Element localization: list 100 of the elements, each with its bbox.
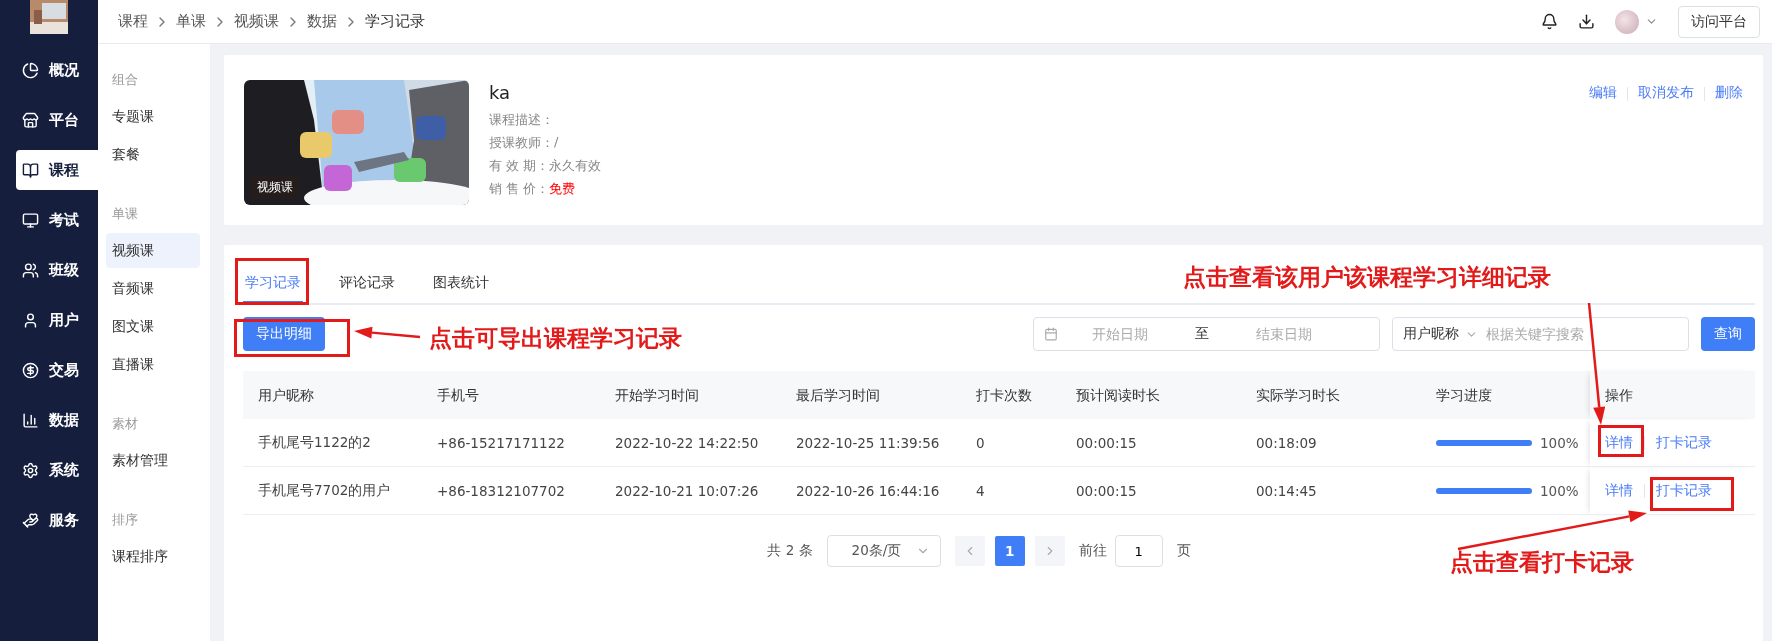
total-count: 共 2 条: [767, 542, 813, 560]
tab[interactable]: 评论记录: [337, 267, 397, 303]
course-action-link[interactable]: 取消发布: [1638, 84, 1694, 102]
user-avatar[interactable]: [1615, 9, 1639, 34]
tab[interactable]: 图表统计: [431, 267, 491, 303]
table-cell: +86-15217171122: [422, 419, 600, 467]
column-header: 开始学习时间: [600, 371, 781, 419]
annotation-text: 点击查看该用户该课程学习详细记录: [1183, 262, 1551, 292]
column-header: 打卡次数: [961, 371, 1061, 419]
table-cell: 2022-10-21 10:07:26: [600, 467, 781, 515]
column-header: 用户昵称: [243, 371, 422, 419]
nav-item[interactable]: 用户: [16, 300, 98, 340]
column-header: 实际学习时长: [1241, 371, 1421, 419]
goto-label: 前往: [1078, 542, 1107, 560]
logo: [30, 0, 68, 34]
table-cell: 2022-10-26 16:44:16: [781, 467, 961, 515]
breadcrumb-item[interactable]: 视频课: [234, 12, 279, 31]
monitor-icon: [22, 211, 39, 229]
column-header: 手机号: [422, 371, 600, 419]
annotation-text: 点击查看打卡记录: [1450, 547, 1634, 577]
progress-reading: 100%: [1540, 482, 1579, 499]
page-button[interactable]: 1: [994, 536, 1025, 566]
group-title: 素材: [111, 415, 139, 433]
visit-platform-button[interactable]: 访问平台: [1678, 5, 1760, 38]
download-icon[interactable]: [1578, 13, 1595, 30]
course-title: ka: [489, 82, 512, 103]
breadcrumb-item[interactable]: 课程: [118, 12, 148, 31]
book-icon: [22, 161, 39, 179]
course-type-badge: 视频课: [251, 176, 299, 199]
progress-reading: 100%: [1540, 434, 1579, 451]
table-cell: 2022-10-22 14:22:50: [600, 419, 781, 467]
store-icon: [22, 111, 39, 129]
subnav-item[interactable]: 直播课: [106, 347, 200, 382]
subnav-item[interactable]: 图文课: [106, 309, 200, 344]
table-cell: 00:18:09: [1241, 419, 1421, 467]
page-suffix: 页: [1176, 542, 1191, 560]
page-size-select[interactable]: 20条/页: [826, 535, 941, 567]
price-value: 免费: [549, 180, 576, 198]
users-icon: [22, 261, 39, 279]
annotation-text: 点击可导出课程学习记录: [429, 323, 682, 353]
row-action-link[interactable]: 打卡记录: [1656, 481, 1712, 500]
search-field[interactable]: 用户昵称 根据关键字搜索: [1392, 317, 1689, 351]
subnav-item[interactable]: 素材管理: [106, 443, 200, 478]
query-button[interactable]: 查询: [1701, 317, 1755, 351]
course-action-link[interactable]: 编辑: [1589, 84, 1617, 102]
nav-item[interactable]: 交易: [16, 350, 98, 390]
pie-chart-icon: [22, 61, 39, 79]
calendar-icon: [1044, 327, 1058, 341]
table-cell: 2022-10-25 11:39:56: [781, 419, 961, 467]
breadcrumb-item: 学习记录: [365, 12, 425, 31]
nav-item[interactable]: 平台: [16, 100, 98, 140]
table-cell: 00:14:45: [1241, 467, 1421, 515]
field-label: 授课教师：: [489, 134, 554, 152]
subnav-item[interactable]: 视频课: [106, 233, 200, 268]
user-icon: [22, 311, 39, 329]
group-title: 排序: [111, 511, 139, 529]
field-label: 有 效 期：: [489, 157, 550, 175]
column-header: 学习进度: [1421, 371, 1590, 419]
range-separator: 至: [1194, 325, 1210, 343]
nav-item[interactable]: 系统: [16, 450, 98, 490]
group-title: 单课: [111, 205, 139, 223]
subnav-item[interactable]: 套餐: [106, 137, 200, 172]
subnav-item[interactable]: 课程排序: [106, 539, 200, 574]
date-range-field[interactable]: 开始日期 至 结束日期: [1033, 317, 1380, 351]
subnav-item[interactable]: 专题课: [106, 99, 200, 134]
table-cell: 4: [961, 467, 1061, 515]
nav-item[interactable]: 数据: [16, 400, 98, 440]
table-cell: 0: [961, 419, 1061, 467]
nav-item[interactable]: 班级: [16, 250, 98, 290]
group-title: 组合: [111, 71, 139, 89]
search-field-select[interactable]: 用户昵称: [1403, 325, 1459, 343]
tab[interactable]: 学习记录: [243, 267, 303, 303]
table-cell: +86-18312107702: [422, 467, 600, 515]
column-header: 预计阅读时长: [1061, 371, 1241, 419]
bar-chart-icon: [22, 411, 39, 429]
nav-item[interactable]: 概况: [16, 50, 98, 90]
bell-icon[interactable]: [1541, 13, 1558, 30]
row-action-link[interactable]: 详情: [1605, 481, 1633, 500]
breadcrumb-item[interactable]: 单课: [176, 12, 206, 31]
nav-item[interactable]: 服务: [16, 500, 98, 540]
field-label: 课程描述：: [489, 111, 554, 129]
hand-heart-icon: [22, 511, 39, 529]
field-value: 永久有效: [549, 157, 602, 175]
field-label: 销 售 价：: [489, 180, 550, 198]
coin-icon: [22, 361, 39, 379]
table-cell: 手机尾号1122的2: [243, 419, 422, 467]
row-action-link[interactable]: 详情: [1605, 433, 1633, 452]
settings-icon: [22, 461, 39, 479]
nav-item[interactable]: 课程: [16, 150, 98, 190]
table-cell: 00:00:15: [1061, 419, 1241, 467]
row-action-link[interactable]: 打卡记录: [1656, 433, 1712, 452]
table-cell: 00:00:15: [1061, 467, 1241, 515]
page-input[interactable]: 1: [1114, 535, 1163, 567]
table-cell: 手机尾号7702的用户: [243, 467, 422, 515]
course-action-link[interactable]: 删除: [1715, 84, 1743, 102]
field-value: /: [554, 134, 559, 151]
nav-item[interactable]: 考试: [16, 200, 98, 240]
subnav-item[interactable]: 音频课: [106, 271, 200, 306]
breadcrumb-item[interactable]: 数据: [307, 12, 337, 31]
annotation-arrow: [354, 326, 421, 339]
